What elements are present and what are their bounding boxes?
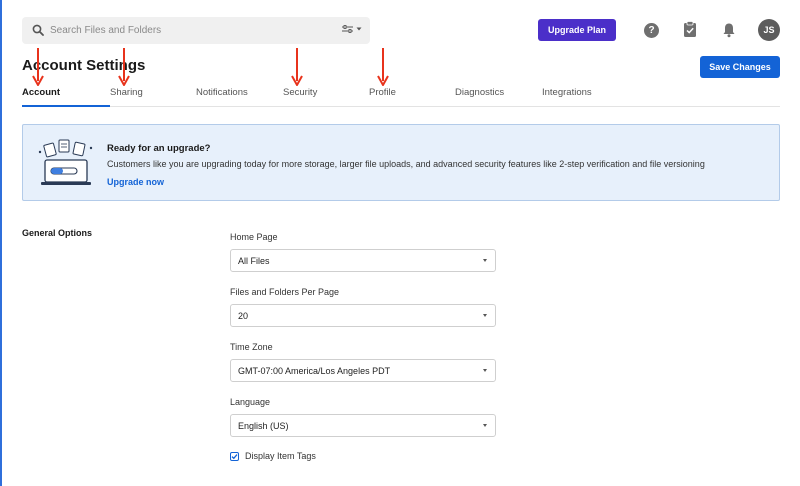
window-edge <box>0 0 2 486</box>
annotation-arrow-sharing <box>118 48 130 86</box>
check-icon <box>231 453 238 459</box>
home-page-value: All Files <box>238 256 270 266</box>
tab-security[interactable]: Security <box>283 87 317 107</box>
upgrade-now-link[interactable]: Upgrade now <box>107 177 164 187</box>
avatar[interactable]: JS <box>758 19 780 41</box>
display-item-tags-label: Display Item Tags <box>245 451 316 461</box>
help-icon[interactable]: ? <box>644 23 659 38</box>
search-input[interactable] <box>50 17 330 44</box>
annotation-arrow-profile <box>377 48 389 86</box>
chevron-down-icon <box>483 314 487 317</box>
language-value: English (US) <box>238 421 289 431</box>
tab-diagnostics[interactable]: Diagnostics <box>455 87 504 107</box>
home-page-label: Home Page <box>230 232 278 242</box>
clipboard-check-icon[interactable] <box>683 21 697 38</box>
chevron-down-icon <box>356 27 362 31</box>
chevron-down-icon <box>483 424 487 427</box>
tab-account[interactable]: Account <box>22 87 60 107</box>
tab-sharing[interactable]: Sharing <box>110 87 143 107</box>
filter-icon <box>342 25 353 33</box>
annotation-arrow-account <box>32 48 44 86</box>
banner-text: Customers like you are upgrading today f… <box>107 159 705 169</box>
per-page-value: 20 <box>238 311 249 321</box>
upgrade-plan-button[interactable]: Upgrade Plan <box>538 19 616 41</box>
time-zone-value: GMT-07:00 America/Los Angeles PDT <box>238 366 391 376</box>
per-page-label: Files and Folders Per Page <box>230 287 340 297</box>
language-label: Language <box>230 397 271 407</box>
language-select[interactable]: English (US) <box>230 414 496 437</box>
save-changes-button[interactable]: Save Changes <box>700 56 780 78</box>
home-page-select[interactable]: All Files <box>230 249 496 272</box>
bell-icon[interactable] <box>722 22 736 38</box>
search-icon <box>32 24 44 36</box>
tab-integrations[interactable]: Integrations <box>542 87 592 107</box>
chevron-down-icon <box>483 369 487 372</box>
annotation-arrow-security <box>291 48 303 86</box>
time-zone-label: Time Zone <box>230 342 273 352</box>
upgrade-illustration-icon <box>38 139 93 185</box>
search-filter-button[interactable] <box>341 24 362 34</box>
display-item-tags-checkbox[interactable] <box>230 451 239 461</box>
chevron-down-icon <box>483 259 487 262</box>
per-page-select[interactable]: 20 <box>230 304 496 327</box>
banner-title: Ready for an upgrade? <box>107 143 211 154</box>
settings-tabs: Account Sharing Notifications Security P… <box>22 87 780 107</box>
tab-notifications[interactable]: Notifications <box>196 87 248 107</box>
display-item-tags-option: Display Item Tags <box>230 451 316 461</box>
active-tab-indicator <box>22 105 110 107</box>
tab-profile[interactable]: Profile <box>369 87 396 107</box>
search-bar[interactable] <box>22 17 370 44</box>
general-options-title: General Options <box>22 228 93 238</box>
upgrade-banner: Ready for an upgrade? Customers like you… <box>22 124 780 201</box>
time-zone-select[interactable]: GMT-07:00 America/Los Angeles PDT <box>230 359 496 382</box>
